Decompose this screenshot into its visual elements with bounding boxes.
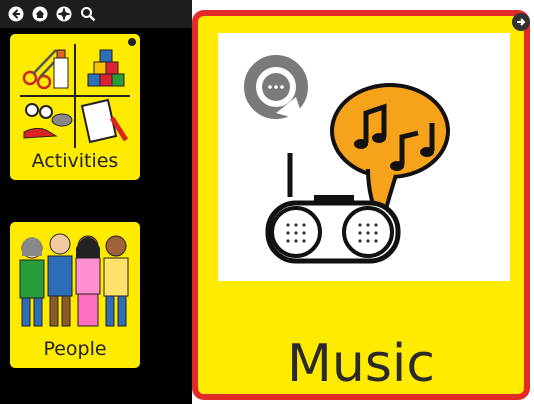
selected-card-music[interactable]: Music	[192, 10, 530, 400]
people-label: People	[43, 338, 107, 360]
search-icon	[81, 7, 96, 22]
search-button[interactable]	[78, 4, 98, 24]
activities-icon	[16, 40, 134, 152]
toolbar	[0, 0, 192, 28]
back-icon	[8, 6, 24, 22]
expand-button[interactable]	[512, 13, 530, 31]
settings-button[interactable]	[54, 4, 74, 24]
music-label: Music	[287, 334, 435, 394]
people-card[interactable]: People	[10, 222, 140, 368]
settings-icon	[56, 6, 72, 22]
category-panel: Activities People	[0, 0, 192, 404]
home-button[interactable]	[30, 4, 50, 24]
music-image	[218, 33, 510, 281]
activities-label: Activities	[31, 150, 119, 172]
music-icon	[244, 55, 450, 264]
people-icon	[19, 233, 129, 327]
home-icon	[32, 6, 48, 22]
activities-card[interactable]: Activities	[10, 34, 140, 180]
card-options-icon[interactable]	[128, 38, 136, 46]
arrow-right-icon	[517, 18, 526, 26]
back-button[interactable]	[6, 4, 26, 24]
